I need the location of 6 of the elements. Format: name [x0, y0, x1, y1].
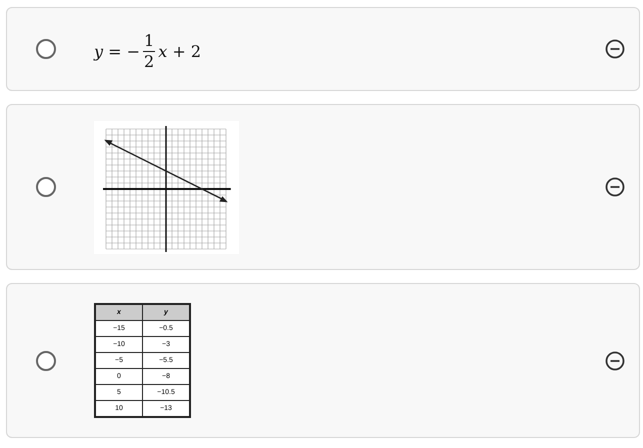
remove-icon[interactable] — [605, 177, 625, 197]
remove-icon[interactable] — [605, 39, 625, 59]
remove-icon[interactable] — [605, 350, 625, 370]
radio-button[interactable] — [36, 177, 56, 197]
radio-button[interactable] — [36, 39, 56, 59]
radio-button[interactable] — [36, 350, 56, 370]
